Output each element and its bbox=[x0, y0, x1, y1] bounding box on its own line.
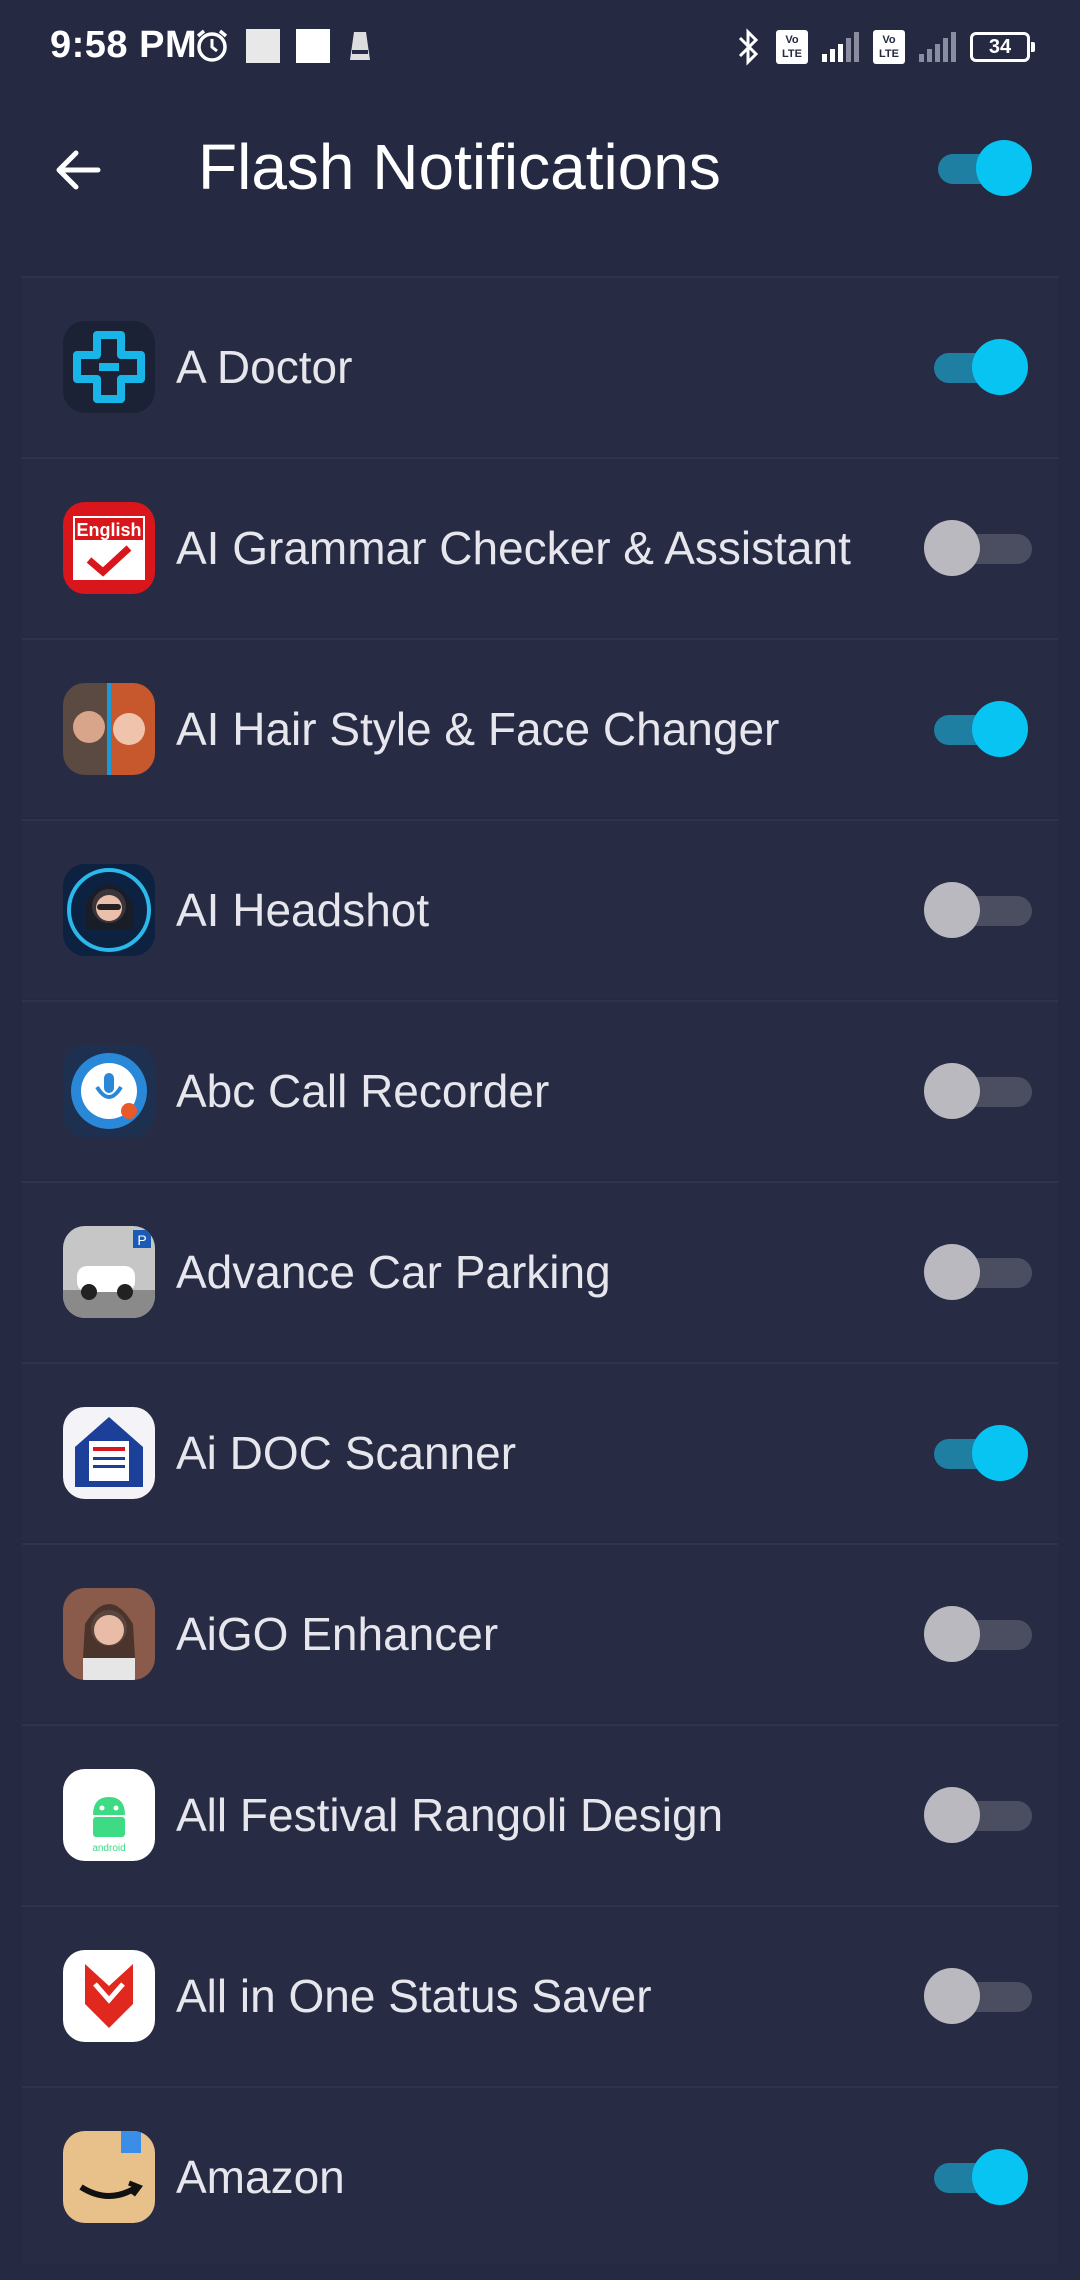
signal-icon bbox=[822, 32, 859, 62]
notification-square-icon bbox=[296, 29, 330, 63]
bluetooth-icon bbox=[738, 28, 759, 66]
list-item[interactable]: Abc Call Recorder bbox=[22, 1000, 1058, 1179]
app-bar: Flash Notifications bbox=[0, 100, 1080, 270]
back-arrow-icon[interactable] bbox=[52, 144, 104, 196]
notification-toggle[interactable] bbox=[924, 1606, 1032, 1662]
svg-text:android: android bbox=[92, 1843, 125, 1854]
volte-icon: Vo LTE bbox=[776, 30, 808, 64]
list-item[interactable]: AI Hair Style & Face Changer bbox=[22, 638, 1058, 817]
list-item[interactable]: AiGO Enhancer bbox=[22, 1543, 1058, 1722]
app-name: AI Grammar Checker & Assistant bbox=[176, 522, 851, 574]
master-toggle[interactable] bbox=[938, 140, 1032, 196]
notification-toggle[interactable] bbox=[934, 701, 1028, 757]
notification-glyph-icon bbox=[350, 32, 370, 60]
notification-toggle[interactable] bbox=[924, 1968, 1032, 2024]
battery-icon: 34 bbox=[970, 32, 1035, 62]
list-item[interactable]: A Doctor bbox=[22, 276, 1058, 455]
notification-toggle[interactable] bbox=[924, 1244, 1032, 1300]
app-name: AI Hair Style & Face Changer bbox=[176, 703, 780, 755]
english-book-icon: English bbox=[63, 502, 155, 594]
list-item[interactable]: P Advance Car Parking bbox=[22, 1181, 1058, 1360]
notification-toggle[interactable] bbox=[924, 1787, 1032, 1843]
app-name: All in One Status Saver bbox=[176, 1970, 652, 2022]
list-item[interactable]: Ai DOC Scanner bbox=[22, 1362, 1058, 1541]
volte-icon: Vo LTE bbox=[873, 30, 905, 64]
notification-toggle[interactable] bbox=[934, 1425, 1028, 1481]
app-name: A Doctor bbox=[176, 341, 353, 393]
notification-toggle[interactable] bbox=[934, 2149, 1028, 2205]
call-recorder-icon bbox=[63, 1045, 155, 1137]
status-time: 9:58 PM bbox=[50, 24, 198, 66]
android-icon: android bbox=[63, 1769, 155, 1861]
portrait-enhancer-icon bbox=[63, 1588, 155, 1680]
alarm-icon bbox=[196, 29, 228, 62]
doc-scanner-icon bbox=[63, 1407, 155, 1499]
notification-toggle[interactable] bbox=[924, 1063, 1032, 1119]
svg-text:English: English bbox=[76, 520, 141, 540]
app-name: AI Headshot bbox=[176, 884, 430, 936]
faces-icon bbox=[63, 683, 155, 775]
list-item[interactable]: AI Headshot bbox=[22, 819, 1058, 998]
app-name: Amazon bbox=[176, 2151, 345, 2203]
list-item[interactable]: Amazon bbox=[22, 2086, 1058, 2265]
medical-cross-icon bbox=[63, 321, 155, 413]
list-item[interactable]: android All Festival Rangoli Design bbox=[22, 1724, 1058, 1903]
signal-icon bbox=[919, 32, 956, 62]
notification-toggle[interactable] bbox=[934, 339, 1028, 395]
status-bar: 9:58 PM Vo LTE Vo LTE 34 bbox=[0, 0, 1080, 100]
notification-toggle[interactable] bbox=[924, 520, 1032, 576]
page-title: Flash Notifications bbox=[198, 131, 721, 203]
list-item[interactable]: English AI Grammar Checker & Assistant bbox=[22, 457, 1058, 636]
list-item[interactable]: All in One Status Saver bbox=[22, 1905, 1058, 2084]
svg-text:P: P bbox=[137, 1232, 146, 1248]
app-name: Ai DOC Scanner bbox=[176, 1427, 517, 1479]
app-name: AiGO Enhancer bbox=[176, 1608, 499, 1660]
headshot-portrait-icon bbox=[63, 864, 155, 956]
notification-square-icon bbox=[246, 29, 280, 63]
amazon-box-icon bbox=[63, 2131, 155, 2223]
status-saver-icon bbox=[63, 1950, 155, 2042]
app-name: Advance Car Parking bbox=[176, 1246, 611, 1298]
app-name: All Festival Rangoli Design bbox=[176, 1789, 724, 1841]
car-parking-icon: P bbox=[63, 1226, 155, 1318]
app-name: Abc Call Recorder bbox=[176, 1065, 550, 1117]
app-list: A Doctor English AI Grammar Checker & Assi… bbox=[22, 276, 1058, 2267]
notification-toggle[interactable] bbox=[924, 882, 1032, 938]
